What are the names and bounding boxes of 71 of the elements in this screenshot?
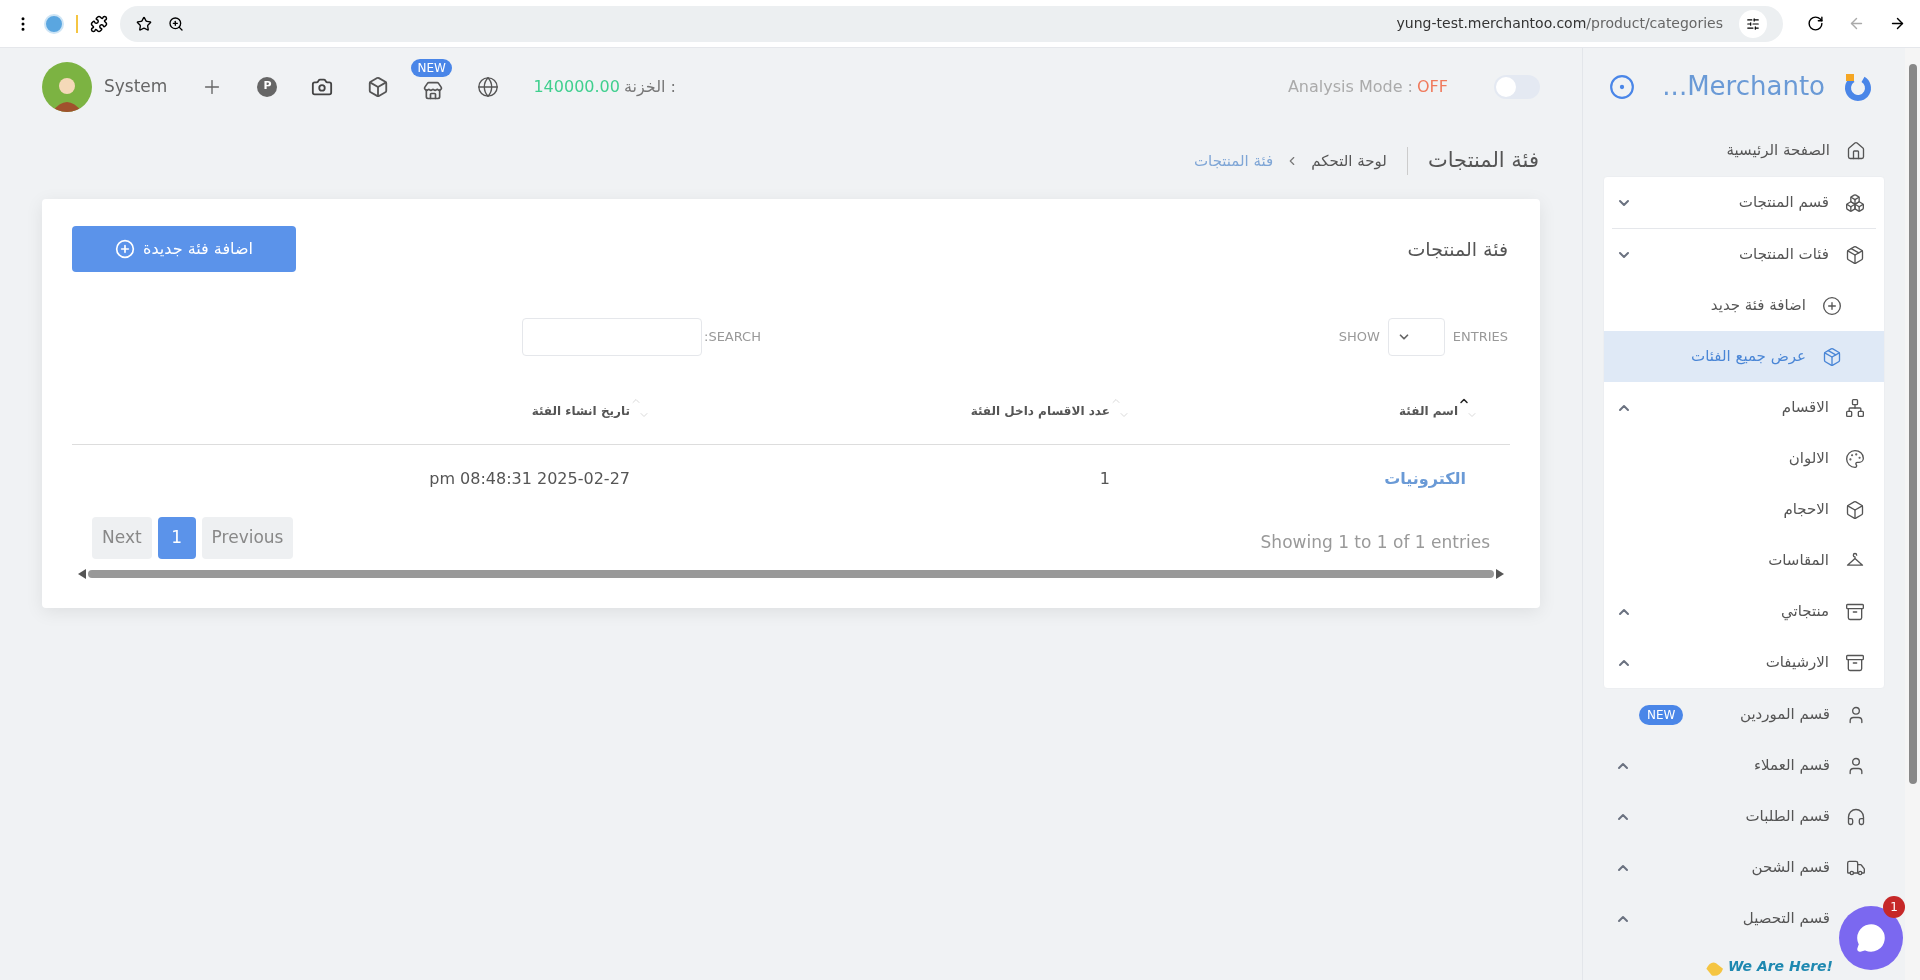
- new-badge: NEW: [1639, 704, 1684, 725]
- horizontal-scrollbar[interactable]: [88, 570, 1494, 578]
- logo[interactable]: [1843, 71, 1873, 102]
- treasury-label: الخزنة :: [623, 75, 676, 98]
- home-icon: [1846, 140, 1866, 161]
- breadcrumb-link[interactable]: لوحة التحكم: [1311, 149, 1387, 173]
- column-header[interactable]: عدد الاقسام داخل الفئة: [970, 402, 1110, 420]
- plus-circle-icon: [1822, 295, 1842, 316]
- forward-icon[interactable]: [1889, 15, 1906, 32]
- menu-item-label[interactable]: منتجاتي: [1780, 600, 1829, 623]
- table-cell-text: pm 08:48:31 2025-02-27: [428, 468, 631, 490]
- show-label: SHOW: [1338, 328, 1380, 347]
- star-icon[interactable]: [136, 15, 152, 32]
- analysis-toggle[interactable]: [1494, 74, 1540, 99]
- menu-item-label[interactable]: اضافة فئة جديد: [1710, 294, 1806, 317]
- parking-icon[interactable]: P: [257, 76, 278, 97]
- cube-icon: [1845, 499, 1865, 520]
- menu-item-label[interactable]: قسم الشحن: [1751, 856, 1830, 879]
- treasury-value: 140000.00: [533, 75, 620, 98]
- scroll-left-icon[interactable]: [78, 569, 86, 579]
- page-title: فئة المنتجات: [1427, 147, 1539, 175]
- archive-icon: [1845, 601, 1865, 622]
- table-cell-text: 1: [1098, 468, 1111, 490]
- archive-icon: [1845, 652, 1865, 673]
- menu-item-label[interactable]: قسم الموردين: [1740, 703, 1830, 726]
- analysis-mode-status: OFF: [1417, 75, 1448, 98]
- extension-icon[interactable]: [90, 14, 108, 33]
- headset-icon: [1846, 806, 1866, 827]
- menu-item-label[interactable]: قسم العملاء: [1754, 754, 1830, 777]
- menu-item-label[interactable]: قسم التحصيل: [1742, 907, 1830, 930]
- menu-item-label[interactable]: الالوان: [1788, 447, 1829, 470]
- chat-tagline: We Are Here!: [1727, 957, 1833, 976]
- menu-item-label[interactable]: الارشيفات: [1765, 651, 1829, 674]
- site-settings-icon[interactable]: [1746, 16, 1760, 31]
- avatar[interactable]: [42, 61, 92, 112]
- globe-icon[interactable]: [477, 75, 500, 98]
- palette-icon: [1845, 448, 1865, 469]
- hierarchy-icon: [1845, 397, 1865, 418]
- reload-icon[interactable]: [1807, 15, 1824, 32]
- chat-bubble-icon: [1856, 923, 1886, 953]
- user-name[interactable]: System: [104, 73, 168, 100]
- target-icon[interactable]: [1609, 73, 1635, 100]
- package-icon: [1845, 244, 1865, 265]
- scroll-right-icon[interactable]: [1496, 569, 1504, 579]
- menu-item-label[interactable]: المقاسات: [1768, 549, 1829, 572]
- column-header[interactable]: اسم الفئة: [1399, 402, 1458, 420]
- boxes-icon: [1845, 192, 1865, 213]
- address-bar[interactable]: yung-test.merchantoo.com/product/categories: [120, 5, 1783, 42]
- new-badge: NEW: [411, 58, 452, 77]
- card-title: فئة المنتجات: [1407, 236, 1508, 262]
- analysis-mode-label: Analysis Mode :: [1287, 75, 1413, 98]
- search-field[interactable]: [522, 318, 702, 356]
- zoom-icon[interactable]: [168, 15, 184, 32]
- menu-item-label[interactable]: قسم الطلبات: [1745, 805, 1830, 828]
- menu-item-label[interactable]: فئات المنتجات: [1739, 243, 1829, 266]
- entries-info: Showing 1 to 1 of 1 entries: [1260, 531, 1490, 555]
- site-favicon[interactable]: [44, 13, 64, 34]
- url-text: yung-test.merchantoo.com/product/categories: [1396, 14, 1723, 33]
- entries-label: ENTRIES: [1452, 328, 1508, 347]
- menu-item-label[interactable]: الصفحة الرئيسية: [1726, 139, 1830, 162]
- menu-item-label[interactable]: الاحجام: [1783, 498, 1829, 521]
- search-label: :SEARCH: [704, 328, 761, 347]
- vertical-scrollbar[interactable]: [1905, 48, 1920, 980]
- unread-badge: 1: [1883, 896, 1905, 918]
- package-icon: [1822, 346, 1842, 367]
- column-header[interactable]: تاريخ انشاء الفئة: [531, 402, 630, 420]
- menu-item-label[interactable]: الاقسام: [1781, 396, 1829, 419]
- menu-item-label[interactable]: قسم المنتجات: [1738, 191, 1829, 214]
- cube-icon[interactable]: [367, 75, 390, 98]
- plus-circle-icon: [115, 239, 136, 259]
- store-icon[interactable]: [423, 80, 444, 101]
